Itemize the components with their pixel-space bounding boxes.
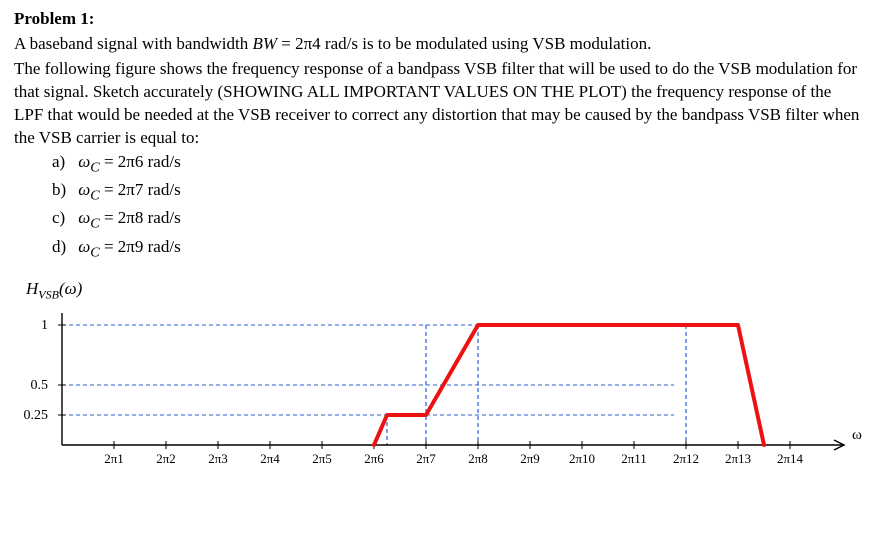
list-item: c) ωC = 2π8 rad/s	[52, 208, 862, 232]
x-tick-label: 2π7	[416, 451, 436, 466]
x-tick-label: 2π11	[621, 451, 647, 466]
y-tick-label: 0.25	[24, 408, 49, 423]
list-item: d) ωC = 2π9 rad/s	[52, 237, 862, 261]
list-item: b) ωC = 2π7 rad/s	[52, 180, 862, 204]
x-tick-label: 2π12	[673, 451, 699, 466]
sub-question-list: a) ωC = 2π6 rad/s b) ωC = 2π7 rad/s c) ω…	[52, 152, 862, 262]
problem-heading: Problem 1:	[14, 8, 862, 31]
x-tick-label: 2π8	[468, 451, 488, 466]
y-tick-label: 0.5	[31, 378, 49, 393]
x-tick-label: 2π5	[312, 451, 332, 466]
list-item: a) ωC = 2π6 rad/s	[52, 152, 862, 176]
x-axis-label: ω	[852, 427, 862, 443]
x-tick-label: 2π2	[156, 451, 176, 466]
x-tick-label: 2π4	[260, 451, 280, 466]
x-tick-label: 2π10	[569, 451, 595, 466]
vsb-filter-plot: 1 0.5 0.25 2π1 2π2 2π3 2π4 2π5 2π6 2π7 2…	[14, 305, 862, 485]
figure-y-axis-label: HVSB(ω)	[26, 279, 862, 302]
problem-text-2: The following figure shows the frequency…	[14, 58, 862, 150]
x-tick-label: 2π3	[208, 451, 228, 466]
x-tick-label: 2π6	[364, 451, 384, 466]
x-tick-label: 2π13	[725, 451, 751, 466]
x-tick-label: 2π14	[777, 451, 804, 466]
x-tick-label: 2π9	[520, 451, 540, 466]
y-tick-label: 1	[41, 318, 48, 333]
x-tick-label: 2π1	[104, 451, 124, 466]
problem-text-1: A baseband signal with bandwidth BW = 2π…	[14, 33, 862, 56]
